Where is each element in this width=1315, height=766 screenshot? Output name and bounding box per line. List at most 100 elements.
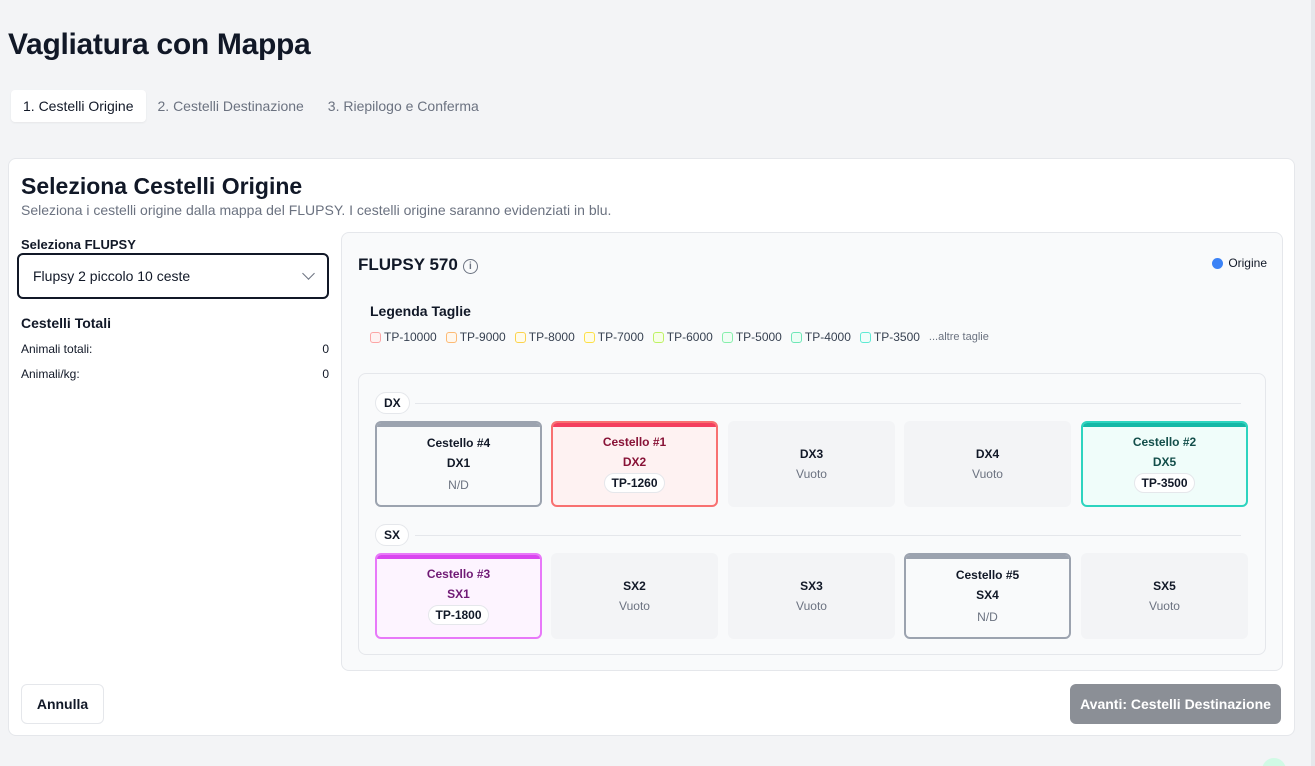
basket-size-na: N/D bbox=[977, 610, 998, 624]
flupsy-select-label: Seleziona FLUPSY bbox=[21, 237, 136, 252]
basket-position: DX4 bbox=[975, 447, 1000, 461]
basket-status-bar bbox=[1083, 423, 1246, 427]
size-swatch-icon bbox=[514, 331, 526, 343]
basket-position: DX3 bbox=[799, 447, 824, 461]
stat-animali-kg: Animali/kg: 0 bbox=[21, 367, 329, 381]
size-legend-label: TP-8000 bbox=[528, 330, 575, 344]
origin-legend: Origine bbox=[1212, 256, 1267, 270]
step-tabs: 1. Cestelli Origine 2. Cestelli Destinaz… bbox=[8, 87, 494, 125]
page-title: Vagliatura con Mappa bbox=[8, 28, 311, 61]
basket-dx3[interactable]: DX3 Vuoto bbox=[728, 421, 895, 507]
size-legend-item: TP-7000 bbox=[583, 330, 644, 344]
size-legend-item: TP-8000 bbox=[514, 330, 575, 344]
size-legend-item: TP-9000 bbox=[445, 330, 506, 344]
size-swatch-icon bbox=[859, 331, 871, 343]
size-legend: TP-10000 TP-9000 TP-8000 TP-7000 TP-6000 TP-5… bbox=[370, 330, 989, 344]
origin-dot-icon bbox=[1212, 257, 1224, 269]
size-legend-title: Legenda Taglie bbox=[370, 303, 471, 319]
basket-name: Cestello #2 bbox=[1132, 435, 1197, 449]
basket-dx4[interactable]: DX4 Vuoto bbox=[904, 421, 1071, 507]
size-legend-item: TP-6000 bbox=[652, 330, 713, 344]
row-divider bbox=[415, 403, 1241, 404]
size-legend-label: TP-9000 bbox=[459, 330, 506, 344]
basket-position: SX2 bbox=[623, 579, 646, 593]
info-icon[interactable]: i bbox=[462, 258, 478, 274]
basket-empty-label: Vuoto bbox=[1149, 599, 1180, 613]
size-legend-item: TP-10000 bbox=[370, 330, 437, 344]
left-panel: Seleziona FLUPSY Flupsy 2 piccolo 10 ces… bbox=[17, 237, 329, 381]
basket-status-bar bbox=[553, 423, 716, 427]
basket-sx2[interactable]: SX2 Vuoto bbox=[551, 553, 718, 639]
floating-widget[interactable] bbox=[1262, 758, 1286, 766]
basket-sx5[interactable]: SX5 Vuoto bbox=[1081, 553, 1248, 639]
basket-grid: DX Cestello #4 DX1 N/D Cestello #1 DX2 TP-1260… bbox=[358, 373, 1266, 655]
stat-animali-totali: Animali totali: 0 bbox=[21, 342, 329, 356]
size-legend-label: TP-3500 bbox=[873, 330, 920, 344]
basket-name: Cestello #5 bbox=[955, 568, 1020, 582]
tab-cestelli-destinazione[interactable]: 2. Cestelli Destinazione bbox=[146, 90, 316, 122]
flupsy-select[interactable]: Flupsy 2 piccolo 10 ceste bbox=[17, 253, 329, 299]
tab-riepilogo-conferma[interactable]: 3. Riepilogo e Conferma bbox=[316, 90, 491, 122]
basket-position: SX1 bbox=[447, 587, 470, 601]
basket-status-bar bbox=[377, 555, 540, 559]
size-legend-label: TP-7000 bbox=[597, 330, 644, 344]
size-swatch-icon bbox=[445, 331, 457, 343]
size-legend-label: TP-5000 bbox=[735, 330, 782, 344]
stat-label: Animali/kg: bbox=[21, 367, 80, 381]
basket-empty-label: Vuoto bbox=[796, 599, 827, 613]
row-divider bbox=[415, 535, 1241, 536]
basket-name: Cestello #4 bbox=[426, 436, 491, 450]
basket-position: DX2 bbox=[622, 455, 647, 469]
size-legend-item: TP-3500 bbox=[859, 330, 920, 344]
basket-empty-label: Vuoto bbox=[796, 467, 827, 481]
stat-value: 0 bbox=[322, 367, 329, 381]
basket-size-badge: TP-1260 bbox=[604, 473, 665, 493]
row-label-dx: DX bbox=[375, 392, 410, 414]
size-swatch-icon bbox=[790, 331, 802, 343]
basket-dx1[interactable]: Cestello #4 DX1 N/D bbox=[375, 421, 542, 507]
basket-position: SX5 bbox=[1153, 579, 1176, 593]
flupsy-name-text: FLUPSY 570 bbox=[358, 255, 458, 274]
tab-cestelli-origine[interactable]: 1. Cestelli Origine bbox=[11, 90, 146, 122]
chevron-down-icon bbox=[302, 267, 315, 280]
basket-position: DX5 bbox=[1152, 455, 1177, 469]
size-swatch-icon bbox=[583, 331, 595, 343]
card-description: Seleziona i cestelli origine dalla mappa… bbox=[21, 202, 612, 218]
basket-status-bar bbox=[906, 555, 1069, 559]
size-swatch-icon bbox=[370, 331, 381, 343]
origin-legend-label: Origine bbox=[1228, 256, 1267, 270]
size-legend-item: TP-4000 bbox=[790, 330, 851, 344]
basket-sx3[interactable]: SX3 Vuoto bbox=[728, 553, 895, 639]
size-legend-item: TP-5000 bbox=[721, 330, 782, 344]
next-destination-button[interactable]: Avanti: Cestelli Destinazione bbox=[1070, 684, 1281, 724]
stat-value: 0 bbox=[322, 342, 329, 356]
size-swatch-icon bbox=[721, 331, 733, 343]
card-title: Seleziona Cestelli Origine bbox=[21, 173, 303, 199]
more-sizes-text: ...altre taglie bbox=[928, 331, 989, 343]
basket-name: Cestello #3 bbox=[426, 567, 491, 581]
basket-empty-label: Vuoto bbox=[619, 599, 650, 613]
basket-empty-label: Vuoto bbox=[972, 467, 1003, 481]
basket-dx5[interactable]: Cestello #2 DX5 TP-3500 bbox=[1081, 421, 1248, 507]
scrollbar[interactable] bbox=[1311, 0, 1315, 766]
size-legend-label: TP-10000 bbox=[384, 330, 437, 344]
basket-position: SX3 bbox=[800, 579, 823, 593]
basket-size-na: N/D bbox=[448, 478, 469, 492]
origin-selection-card: Seleziona Cestelli Origine Seleziona i c… bbox=[8, 158, 1295, 736]
basket-position: DX1 bbox=[446, 456, 471, 470]
basket-sx1[interactable]: Cestello #3 SX1 TP-1800 bbox=[375, 553, 542, 639]
flupsy-name: FLUPSY 570 i bbox=[358, 255, 478, 275]
basket-sx4[interactable]: Cestello #5 SX4 N/D bbox=[904, 553, 1071, 639]
totals-title: Cestelli Totali bbox=[21, 315, 111, 331]
size-legend-label: TP-6000 bbox=[666, 330, 713, 344]
basket-dx2[interactable]: Cestello #1 DX2 TP-1260 bbox=[551, 421, 718, 507]
size-legend-label: TP-4000 bbox=[804, 330, 851, 344]
row-label-sx: SX bbox=[375, 524, 410, 546]
flupsy-map-panel: FLUPSY 570 i Origine Legenda Taglie TP-1… bbox=[341, 232, 1283, 671]
basket-name: Cestello #1 bbox=[602, 435, 667, 449]
basket-size-badge: TP-1800 bbox=[428, 605, 489, 625]
basket-position: SX4 bbox=[976, 588, 999, 602]
flupsy-select-value: Flupsy 2 piccolo 10 ceste bbox=[33, 268, 191, 284]
size-swatch-icon bbox=[652, 331, 664, 343]
cancel-button[interactable]: Annulla bbox=[21, 684, 104, 724]
